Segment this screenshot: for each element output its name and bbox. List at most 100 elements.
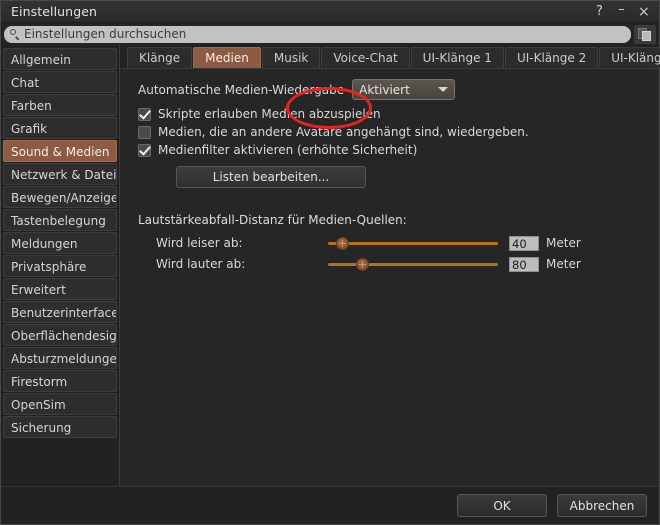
sidebar-item-9[interactable]: Privatsphäre [3,255,117,277]
slider-value-input[interactable]: 80 [509,257,539,272]
sidebar-item-label: OpenSim [11,398,66,412]
slider-unit-label: Meter [546,236,581,250]
sidebar-item-label: Bewegen/Anzeigen [11,191,117,205]
sidebar-item-label: Allgemein [11,53,71,67]
slider-unit-label: Meter [546,257,581,271]
slider-track-1[interactable] [328,256,498,272]
tab-label: UI-Klänge 3 [611,51,660,65]
autoplay-label: Automatische Medien-Wiedergabe [138,83,344,97]
sidebar-item-7[interactable]: Tastenbelegung [3,209,117,231]
slider-track-bar [328,242,498,245]
window-title: Einstellungen [11,4,594,19]
settings-pane: Klänge Medien Musik Voice-Chat UI-Klänge 1 UI… [120,45,659,486]
close-icon[interactable]: × [638,5,649,19]
tab-label: Klänge [139,51,180,65]
slider-row-0: Wird leiser ab: 40 Meter [138,235,659,251]
slider-thumb[interactable] [356,258,369,271]
sidebar-item-label: Sound & Medien [11,145,109,159]
tab-3[interactable]: Voice-Chat [321,47,409,68]
slider-row-1: Wird lauter ab: 80 Meter [138,256,659,272]
sidebar-item-label: Absturzmeldungen [11,352,117,366]
search-bar: Einstellungen durchsuchen [1,23,659,45]
sidebar-item-label: Privatsphäre [11,260,86,274]
media-checkbox-group: Skripte erlauben Medien abzuspielen Medie… [138,107,659,157]
sidebar-item-12[interactable]: Oberflächendesign [3,324,117,346]
autoplay-row: Automatische Medien-Wiedergabe Aktiviert [138,79,659,100]
checkbox-label: Skripte erlauben Medien abzuspielen [158,107,381,121]
tab-4[interactable]: UI-Klänge 1 [411,47,504,68]
tab-2[interactable]: Musik [262,47,321,68]
sidebar-item-label: Benutzerinterface [11,306,117,320]
sidebar-item-label: Grafik [11,122,47,136]
sidebar-item-6[interactable]: Bewegen/Anzeigen [3,186,117,208]
media-checkbox-row-2[interactable]: Medienfilter aktivieren (erhöhte Sicherh… [138,143,659,157]
tab-0[interactable]: Klänge [127,47,192,68]
sidebar: Allgemein Chat Farben Grafik Sound & Medien N… [1,45,119,486]
sidebar-item-label: Erweitert [11,283,66,297]
tab-5[interactable]: UI-Klänge 2 [505,47,598,68]
tab-label: Musik [274,51,309,65]
tab-label: UI-Klänge 2 [517,51,586,65]
sidebar-item-label: Chat [11,76,39,90]
sidebar-item-label: Firestorm [11,375,67,389]
media-settings-panel: Automatische Medien-Wiedergabe Aktiviert… [120,69,659,486]
sidebar-item-8[interactable]: Meldungen [3,232,117,254]
cancel-button[interactable]: Abbrechen [557,494,647,517]
media-checkbox-row-1[interactable]: Medien, die an andere Avatare angehängt … [138,125,659,139]
autoplay-dropdown[interactable]: Aktiviert [352,79,455,100]
edit-lists-button[interactable]: Listen bearbeiten... [176,166,366,188]
chevron-down-icon [438,87,448,92]
help-icon[interactable]: ? [594,5,605,18]
sidebar-item-2[interactable]: Farben [3,94,117,116]
minimize-icon[interactable]: – [616,3,627,16]
sidebar-item-label: Sicherung [11,421,71,435]
sidebar-item-13[interactable]: Absturzmeldungen [3,347,117,369]
autoplay-dropdown-value: Aktiviert [359,83,438,97]
tab-bar: Klänge Medien Musik Voice-Chat UI-Klänge 1 UI… [120,45,659,69]
sidebar-item-0[interactable]: Allgemein [3,48,117,70]
sidebar-item-3[interactable]: Grafik [3,117,117,139]
sidebar-item-label: Oberflächendesign [11,329,117,343]
checkbox-icon[interactable] [138,108,151,121]
checkbox-icon[interactable] [138,126,151,139]
copy-pages-icon[interactable] [634,25,656,44]
sidebar-item-1[interactable]: Chat [3,71,117,93]
sidebar-item-label: Netzwerk & Dateien [11,168,117,182]
slider-label: Wird lauter ab: [156,257,328,271]
dialog-body: Allgemein Chat Farben Grafik Sound & Medien N… [1,45,659,486]
sidebar-item-15[interactable]: OpenSim [3,393,117,415]
sidebar-item-label: Farben [11,99,52,113]
rolloff-slider-group: Wird leiser ab: 40 Meter Wird lauter ab: 80 M… [138,235,659,272]
checkbox-icon[interactable] [138,144,151,157]
dialog-footer: OK Abbrechen [1,486,659,524]
media-checkbox-row-0[interactable]: Skripte erlauben Medien abzuspielen [138,107,659,121]
ok-button[interactable]: OK [457,494,547,517]
window-controls: ? – × [594,5,655,19]
sidebar-item-label: Meldungen [11,237,78,251]
slider-track-bar [328,263,498,266]
rolloff-section-title: Lautstärkeabfall-Distanz für Medien-Quel… [138,213,659,227]
sidebar-item-5[interactable]: Netzwerk & Dateien [3,163,117,185]
slider-thumb[interactable] [336,237,349,250]
sidebar-item-16[interactable]: Sicherung [3,416,117,438]
search-icon [10,29,21,40]
tab-label: UI-Klänge 1 [423,51,492,65]
title-bar: Einstellungen ? – × [1,1,659,23]
checkbox-label: Medienfilter aktivieren (erhöhte Sicherh… [158,143,417,157]
sidebar-item-14[interactable]: Firestorm [3,370,117,392]
slider-track-0[interactable] [328,235,498,251]
tab-1[interactable]: Medien [193,47,261,68]
sidebar-item-label: Tastenbelegung [11,214,106,228]
slider-label: Wird leiser ab: [156,236,328,250]
tab-label: Voice-Chat [333,51,397,65]
search-input[interactable]: Einstellungen durchsuchen [4,26,631,43]
slider-value-input[interactable]: 40 [509,236,539,251]
sidebar-item-10[interactable]: Erweitert [3,278,117,300]
copy-icon-front-sheet [642,31,651,41]
search-placeholder: Einstellungen durchsuchen [24,27,186,41]
sidebar-item-11[interactable]: Benutzerinterface [3,301,117,323]
sidebar-item-4[interactable]: Sound & Medien [3,140,117,162]
checkbox-label: Medien, die an andere Avatare angehängt … [158,125,529,139]
tab-label: Medien [205,51,249,65]
tab-6[interactable]: UI-Klänge 3 [599,47,660,68]
